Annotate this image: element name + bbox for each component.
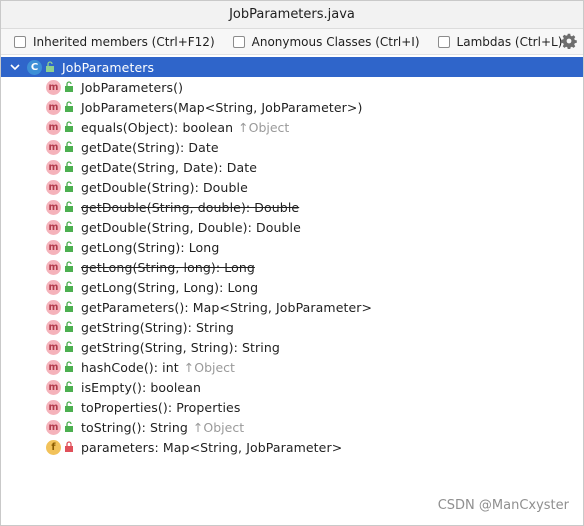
- filter-toolbar: Inherited members (Ctrl+F12) Anonymous C…: [1, 29, 583, 55]
- member-signature: toProperties(): Properties: [81, 399, 241, 415]
- member-signature: getLong(String, long): Long: [81, 259, 255, 275]
- public-lock-icon: [65, 361, 73, 372]
- method-icon: m: [46, 319, 61, 335]
- public-lock-icon: [65, 401, 73, 412]
- method-icon: m: [46, 159, 61, 175]
- public-lock-icon: [65, 381, 73, 392]
- watermark: CSDN @ManCxyster: [437, 498, 569, 513]
- method-icon: m: [46, 279, 61, 295]
- tree-method-row[interactable]: m isEmpty(): boolean: [1, 377, 583, 397]
- tree-root-class[interactable]: C JobParameters: [1, 57, 583, 77]
- popup-title: JobParameters.java: [1, 1, 583, 29]
- tree-method-row[interactable]: m getLong(String, long): Long: [1, 257, 583, 277]
- tree-field-row[interactable]: f parameters: Map<String, JobParameter>: [1, 437, 583, 457]
- lambdas-label: Lambdas (Ctrl+L): [456, 34, 563, 49]
- member-signature: toString(): String: [81, 419, 188, 435]
- method-icon: m: [46, 179, 61, 195]
- public-lock-icon: [65, 241, 73, 252]
- method-icon: m: [46, 339, 61, 355]
- structure-popup: JobParameters.java Inherited members (Ct…: [0, 0, 584, 526]
- member-signature: isEmpty(): boolean: [81, 379, 202, 395]
- member-signature: getString(String, String): String: [81, 339, 280, 355]
- tree-method-row[interactable]: m getLong(String, Long): Long: [1, 277, 583, 297]
- method-icon: m: [46, 119, 61, 135]
- method-icon: m: [46, 379, 61, 395]
- root-class-label: JobParameters: [62, 59, 155, 75]
- tree-method-row[interactable]: m equals(Object): boolean ↑Object: [1, 117, 583, 137]
- member-signature: parameters: Map<String, JobParameter>: [81, 439, 343, 455]
- lambdas-checkbox[interactable]: [437, 35, 450, 48]
- tree-method-row[interactable]: m getDouble(String, double): Double: [1, 197, 583, 217]
- tree-method-row[interactable]: m toProperties(): Properties: [1, 397, 583, 417]
- public-lock-icon: [65, 81, 73, 92]
- public-lock-icon: [65, 221, 73, 232]
- method-icon: m: [46, 419, 61, 435]
- inherited-members-label: Inherited members (Ctrl+F12): [33, 34, 215, 49]
- tree-method-row[interactable]: m getDate(String, Date): Date: [1, 157, 583, 177]
- inherited-members-option[interactable]: Inherited members (Ctrl+F12): [14, 35, 215, 49]
- tree-method-row[interactable]: m getDate(String): Date: [1, 137, 583, 157]
- member-signature: JobParameters(Map<String, JobParameter>): [81, 99, 363, 115]
- tree-method-row[interactable]: m getDouble(String): Double: [1, 177, 583, 197]
- method-icon: m: [46, 359, 61, 375]
- gear-icon[interactable]: [561, 33, 577, 49]
- anonymous-classes-option[interactable]: Anonymous Classes (Ctrl+I): [232, 34, 420, 49]
- field-icon: f: [46, 439, 61, 455]
- member-signature: getLong(String, Long): Long: [81, 279, 259, 295]
- public-lock-icon: [65, 181, 73, 192]
- method-icon: m: [46, 99, 61, 115]
- public-lock-icon: [65, 281, 73, 292]
- method-icon: m: [46, 199, 61, 215]
- tree-method-row[interactable]: m JobParameters(Map<String, JobParameter>…: [1, 97, 583, 117]
- member-signature: getParameters(): Map<String, JobParamete…: [81, 299, 373, 315]
- inherited-from-label: ↑Object: [183, 359, 235, 375]
- method-icon: m: [46, 219, 61, 235]
- method-icon: m: [46, 299, 61, 315]
- anonymous-classes-checkbox[interactable]: [232, 35, 245, 48]
- public-lock-icon: [65, 201, 73, 212]
- member-signature: getDouble(String, Double): Double: [81, 219, 301, 235]
- member-signature: getDate(String, Date): Date: [81, 159, 258, 175]
- member-signature: JobParameters(): [81, 79, 184, 95]
- lambdas-option[interactable]: Lambdas (Ctrl+L): [437, 34, 563, 49]
- tree-method-row[interactable]: m getParameters(): Map<String, JobParamet…: [1, 297, 583, 317]
- member-signature: getDate(String): Date: [81, 139, 219, 155]
- chevron-down-icon[interactable]: [9, 61, 21, 73]
- structure-tree: C JobParameters m JobParameters() m JobPara…: [1, 55, 583, 457]
- member-signature: getString(String): String: [81, 319, 234, 335]
- tree-method-row[interactable]: m getString(String, String): String: [1, 337, 583, 357]
- public-lock-icon: [65, 301, 73, 312]
- public-lock-icon: [65, 341, 73, 352]
- class-icon: C: [27, 59, 42, 75]
- inherited-from-label: ↑Object: [192, 419, 245, 435]
- tree-method-row[interactable]: m getLong(String): Long: [1, 237, 583, 257]
- method-icon: m: [46, 399, 61, 415]
- public-lock-icon: [65, 141, 73, 152]
- public-lock-icon: [65, 421, 73, 432]
- method-icon: m: [46, 139, 61, 155]
- public-lock-icon: [65, 161, 73, 172]
- tree-method-row[interactable]: m JobParameters(): [1, 77, 583, 97]
- member-signature: getLong(String): Long: [81, 239, 220, 255]
- inherited-from-label: ↑Object: [238, 119, 290, 135]
- inherited-members-checkbox[interactable]: [14, 35, 26, 48]
- public-lock-icon: [65, 101, 73, 112]
- tree-method-row[interactable]: m toString(): String ↑Object: [1, 417, 583, 437]
- private-lock-icon: [65, 441, 73, 452]
- method-icon: m: [46, 259, 61, 275]
- member-signature: getDouble(String): Double: [81, 179, 248, 195]
- method-icon: m: [46, 79, 61, 95]
- method-icon: m: [46, 239, 61, 255]
- member-signature: equals(Object): boolean: [81, 119, 234, 135]
- tree-method-row[interactable]: m getString(String): String: [1, 317, 583, 337]
- public-lock-icon: [65, 121, 73, 132]
- member-signature: hashCode(): int: [81, 359, 179, 375]
- public-lock-icon: [46, 61, 54, 72]
- anonymous-classes-label: Anonymous Classes (Ctrl+I): [251, 34, 420, 49]
- public-lock-icon: [65, 261, 73, 272]
- tree-method-row[interactable]: m hashCode(): int ↑Object: [1, 357, 583, 377]
- tree-method-row[interactable]: m getDouble(String, Double): Double: [1, 217, 583, 237]
- member-signature: getDouble(String, double): Double: [81, 199, 300, 215]
- public-lock-icon: [65, 321, 73, 332]
